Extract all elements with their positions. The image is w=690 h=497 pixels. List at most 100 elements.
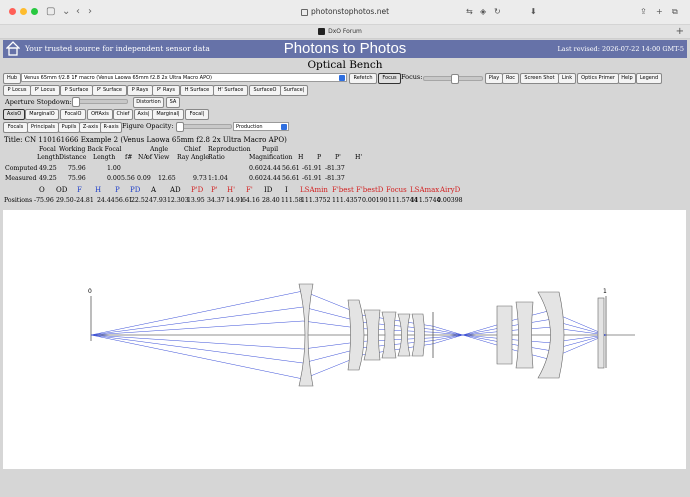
address-bar[interactable]: photonstophotos.net (180, 5, 510, 19)
opacity-slider[interactable] (176, 122, 232, 132)
h-surface-button[interactable]: H Surface (180, 85, 214, 96)
pupils-button[interactable]: Pupils (58, 122, 80, 133)
hdr-magnification: Magnification (249, 154, 293, 161)
position-value-3: 24.44 (97, 197, 115, 204)
hdr-working-back-focal: Working Back Focal (59, 146, 122, 153)
r-axis-button[interactable]: R-axis (100, 122, 122, 133)
lens-element-8 (515, 301, 534, 369)
shield-icon[interactable]: ◈ (480, 5, 486, 19)
lens-element-2 (347, 299, 365, 371)
minimize-window-button[interactable] (20, 8, 27, 15)
sa-button[interactable]: SA (166, 97, 180, 108)
legend-button[interactable]: Legend (636, 73, 662, 84)
new-tab-icon[interactable]: + (656, 5, 663, 19)
close-window-button[interactable] (9, 8, 16, 15)
computed-p: 56.61 (282, 165, 300, 172)
position-label-10: H' (227, 186, 236, 194)
chevron-down-icon (281, 124, 287, 130)
forward-icon[interactable]: › (88, 5, 92, 19)
focal-i-button[interactable]: Focal| (185, 109, 209, 120)
optical-diagram[interactable]: 0 1 (3, 210, 686, 469)
hub-button[interactable]: Hub (3, 73, 21, 84)
computed-working-distance: 75.96 (68, 165, 86, 172)
p-rays-button[interactable]: P Rays (127, 85, 153, 96)
screenshot-button[interactable]: Screen Shot (520, 73, 559, 84)
surface-i-button[interactable]: Surface| (280, 85, 308, 96)
aperture-slider[interactable] (72, 97, 128, 107)
zoom-window-button[interactable] (31, 8, 38, 15)
lens-select[interactable]: Venus 65mm f/2.8 1F macro (Venus Laowa 6… (21, 73, 347, 82)
focus-slider-knob[interactable] (451, 74, 459, 84)
hdr-length: Length (37, 154, 60, 161)
hdr-h-prime: H' (355, 154, 363, 161)
hdr-distance: Distance (59, 154, 87, 161)
position-value-12: 28.40 (262, 197, 280, 204)
position-label-4: P (115, 186, 120, 194)
optics-primer-button[interactable]: Optics Primer (577, 73, 619, 84)
page-title: Optical Bench (307, 59, 383, 71)
position-value-9: 34.37 (207, 197, 225, 204)
tab-bar: DxO Forum + (0, 25, 690, 39)
position-value-14: 111.3752 (301, 197, 331, 204)
p-prime-locus-button[interactable]: P' Locus (30, 85, 60, 96)
z-axis-button[interactable]: Z-axis (79, 122, 102, 133)
add-tab-icon[interactable]: + (676, 25, 684, 38)
axis-i-button[interactable]: Axis| (134, 109, 153, 120)
marginal-o-button[interactable]: MarginalO (25, 109, 59, 120)
focus-button[interactable]: Focus (378, 73, 401, 84)
hdr-ratio: Ratio (208, 154, 225, 161)
axis-o-button[interactable]: AxisO (3, 109, 25, 120)
position-label-12: ID (264, 186, 273, 194)
distortion-button[interactable]: Distortion (133, 97, 164, 108)
download-icon[interactable]: ⬇ (530, 5, 537, 19)
chevron-down-icon[interactable]: ⌄ (62, 5, 70, 19)
aperture-slider-knob[interactable] (72, 97, 80, 107)
focus-slider[interactable] (423, 74, 483, 84)
p-locus-button[interactable]: P Locus (3, 85, 31, 96)
opacity-slider-knob[interactable] (176, 122, 184, 132)
hdr-angle: Angle (150, 146, 169, 153)
positions-row-label: Positions (4, 197, 33, 204)
principals-button[interactable]: Principals (27, 122, 59, 133)
link-button[interactable]: Link (558, 73, 576, 84)
p-prime-surface-button[interactable]: P' Surface (92, 85, 127, 96)
measured-p-prime: -61.91 (302, 175, 322, 182)
tab-dxo-forum[interactable]: DxO Forum (150, 26, 530, 37)
reload-icon[interactable]: ↻ (494, 5, 501, 19)
hdr-p-prime: P' (335, 154, 341, 161)
play-button[interactable]: Play (485, 73, 503, 84)
hdr-ray-angle: Ray Angle (177, 154, 210, 161)
h-prime-surface-button[interactable]: H' Surface (213, 85, 248, 96)
off-axis-button[interactable]: OffAxis (87, 109, 113, 120)
position-value-6: 47.93 (149, 197, 167, 204)
share-icon[interactable]: ⇪ (640, 5, 647, 19)
sidebar-icon[interactable]: ▢ (46, 5, 55, 19)
position-label-13: I (285, 186, 288, 194)
last-revised: Last revised: 2026-07-22 14:00 GMT-5 (557, 45, 684, 53)
computed-focal-length: 49.25 (39, 165, 57, 172)
tabs-overview-icon[interactable]: ⧉ (672, 5, 678, 19)
measured-h: 24.44 (263, 175, 281, 182)
back-icon[interactable]: ‹ (76, 5, 80, 19)
site-banner: Your trusted source for independent sens… (3, 40, 687, 58)
roc-button[interactable]: Roc (502, 73, 519, 84)
translate-icon[interactable]: ⇆ (466, 5, 473, 19)
opacity-select[interactable]: Production (233, 122, 289, 131)
refetch-button[interactable]: Refetch (349, 73, 377, 84)
measured-chief-ray: 9.73 (193, 175, 207, 182)
p-prime-rays-button[interactable]: P' Rays (152, 85, 180, 96)
focals-button[interactable]: Focals (3, 122, 28, 133)
surface-o-button[interactable]: SurfaceO (249, 85, 281, 96)
measured-back-focal: 0.00 (107, 175, 121, 182)
page-body: Your trusted source for independent sens… (0, 39, 690, 497)
measured-working-distance: 75.96 (68, 175, 86, 182)
position-value-15: 111.4357 (332, 197, 362, 204)
focal-o-button[interactable]: FocalO (60, 109, 86, 120)
position-label-16: F'bestD (356, 186, 384, 194)
marginal-i-button[interactable]: Marginal| (152, 109, 184, 120)
chief-button[interactable]: Chief (113, 109, 133, 120)
figure-opacity-label: Figure Opacity: (122, 122, 174, 130)
p-surface-button[interactable]: P Surface (60, 85, 93, 96)
help-button[interactable]: Help (618, 73, 636, 84)
opacity-select-value: Production (236, 124, 263, 130)
